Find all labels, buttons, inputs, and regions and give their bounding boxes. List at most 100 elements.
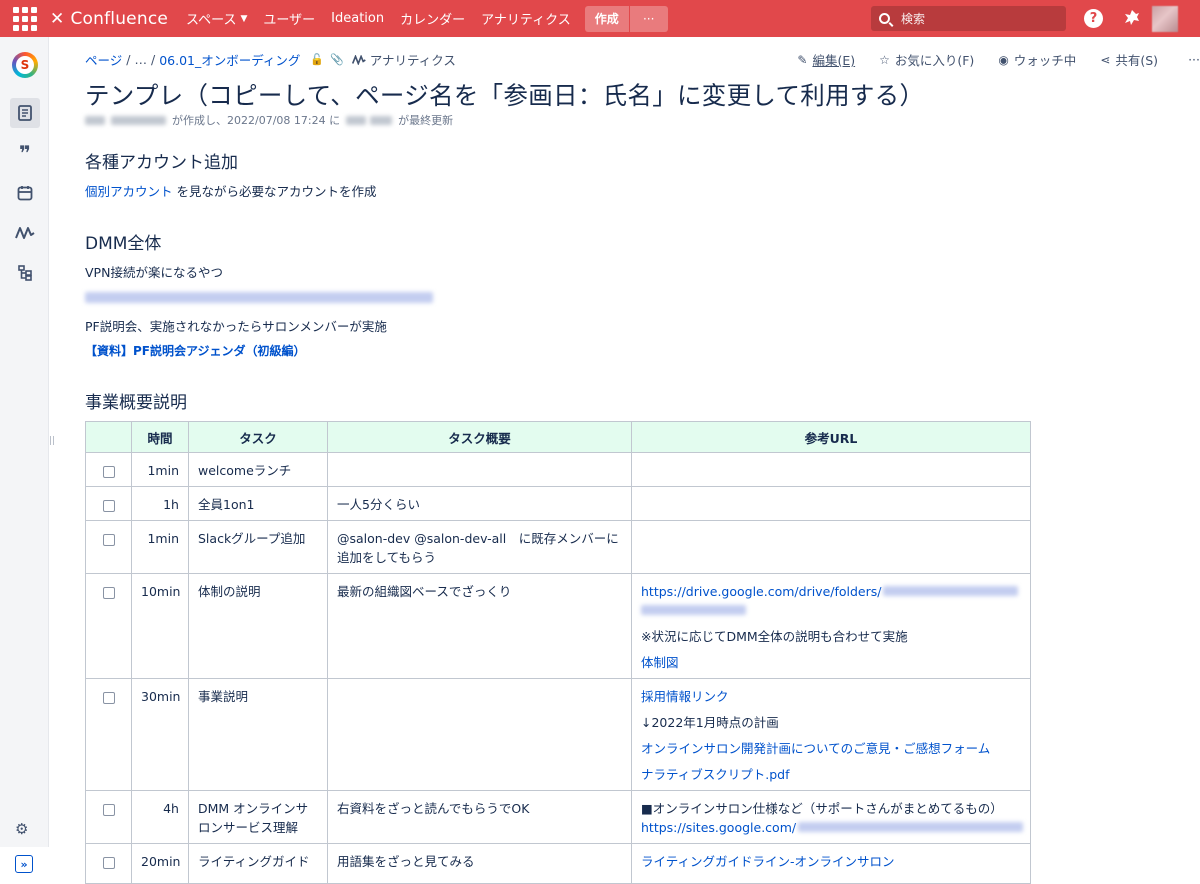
space-logo[interactable]: S (12, 52, 38, 78)
blog-quote-icon[interactable]: ❞ (10, 138, 40, 168)
pf-agenda-link[interactable]: 【資料】PF説明会アジェンダ（初級編） (85, 344, 306, 358)
url-line: https://drive.google.com/drive/folders/ (641, 582, 1021, 601)
calendar-icon[interactable] (10, 178, 40, 208)
task-checkbox[interactable] (102, 857, 115, 869)
task-cell: 全員1on1 (188, 486, 328, 521)
attachment-icon[interactable]: 📎 (330, 53, 344, 66)
url-line: ライティングガイドライン-オンラインサロン (641, 852, 1021, 871)
header-time: 時間 (131, 421, 189, 453)
edit-button[interactable]: ✎ 編集(E) (797, 50, 855, 69)
search-input[interactable] (899, 10, 1049, 27)
main-nav: スペース ▼ ユーザー Ideation カレンダー アナリティクス 作成 ··· (178, 0, 668, 37)
table-row: 1min Slackグループ追加 @salon-dev @salon-dev-a… (85, 520, 1031, 574)
create-more-button[interactable]: ··· (629, 5, 668, 32)
url-line: 採用情報リンク (641, 687, 1021, 706)
search-icon (879, 13, 890, 24)
url-cell: https://drive.google.com/drive/folders/ … (631, 573, 1031, 679)
share-icon: ⋖ (1100, 52, 1111, 67)
hierarchy-icon[interactable] (10, 258, 40, 288)
narrative-pdf-link[interactable]: ナラティブスクリプト.pdf (641, 767, 790, 782)
notifications-icon[interactable] (1122, 8, 1142, 28)
watch-button[interactable]: ◉ ウォッチ中 (998, 50, 1076, 69)
url-cell (631, 486, 1031, 521)
drive-folder-link[interactable]: https://drive.google.com/drive/folders/ (641, 584, 881, 599)
avatar[interactable] (1152, 6, 1178, 32)
task-table: 時間 タスク タスク概要 参考URL 1min welcomeランチ 1h 全員… (85, 421, 1031, 884)
help-icon[interactable]: ? (1084, 9, 1103, 28)
breadcrumb-ellipsis[interactable]: … (134, 52, 147, 67)
pf-agenda-link-line: 【資料】PF説明会アジェンダ（初級編） (85, 342, 306, 359)
creator-name[interactable] (111, 115, 166, 125)
row-checkbox-cell (85, 843, 132, 884)
task-checkbox[interactable] (102, 692, 115, 704)
breadcrumb-parent[interactable]: 06.01_オンボーディング (159, 50, 300, 69)
task-cell: ライティングガイド (188, 843, 328, 884)
chevron-down-icon: ▼ (240, 13, 248, 24)
page-analytics-link[interactable]: アナリティクス (351, 50, 456, 69)
nav-analytics[interactable]: アナリティクス (473, 0, 579, 37)
accounts-text: を見ながら必要なアカウントを作成 (172, 184, 377, 199)
pf-text: PF説明会、実施されなかったらサロンメンバーが実施 (85, 319, 387, 334)
nav-ideation[interactable]: Ideation (323, 0, 392, 37)
summary-cell: 用語集をざっと見てみる (327, 843, 632, 884)
byline-updated-text: が最終更新 (398, 114, 454, 127)
time-cell: 10min (131, 573, 189, 679)
search-box[interactable] (871, 6, 1066, 31)
unlock-icon[interactable]: 🔓 (310, 53, 324, 66)
url-line-wrap (641, 601, 1021, 620)
summary-cell (327, 678, 632, 791)
more-actions-button[interactable]: ··· (1188, 52, 1200, 67)
task-checkbox[interactable] (102, 500, 115, 512)
task-checkbox[interactable] (102, 804, 115, 816)
org-chart-link[interactable]: 体制図 (641, 655, 679, 670)
nav-calendar[interactable]: カレンダー (392, 0, 473, 37)
task-cell: welcomeランチ (188, 452, 328, 487)
table-row: 10min 体制の説明 最新の組織図ベースでざっくり https://drive… (85, 573, 1031, 679)
task-checkbox[interactable] (102, 466, 115, 478)
nav-people[interactable]: ユーザー (255, 0, 323, 37)
watch-label: ウォッチ中 (1013, 53, 1077, 68)
favorite-button[interactable]: ☆ お気に入り(F) (879, 50, 974, 69)
breadcrumb: ページ / … / 06.01_オンボーディング 🔓 📎 アナリティクス (85, 50, 456, 69)
expand-sidebar-icon[interactable]: » (15, 855, 33, 873)
pages-icon[interactable] (10, 98, 40, 128)
table-row: 30min 事業説明 採用情報リンク ↓2022年1月時点の計画 オンラインサロ… (85, 678, 1031, 791)
summary-cell: @salon-dev @salon-dev-all に既存メンバーに追加をしても… (327, 520, 632, 574)
sites-link[interactable]: https://sites.google.com/ (641, 820, 796, 835)
blurred-url-tail (641, 605, 746, 615)
task-checkbox[interactable] (102, 534, 115, 546)
summary-cell (327, 452, 632, 487)
space-logo-letter: S (16, 56, 34, 74)
task-checkbox[interactable] (102, 587, 115, 599)
nav-spaces[interactable]: スペース ▼ (178, 0, 255, 37)
page-analytics-label: アナリティクス (369, 53, 456, 68)
share-button[interactable]: ⋖ 共有(S) (1100, 50, 1158, 69)
nav-spaces-label: スペース (186, 13, 237, 28)
feedback-form-link[interactable]: オンラインサロン開発計画についてのご意見・ご感想フォーム (641, 741, 990, 756)
analytics-icon[interactable] (10, 218, 40, 248)
sidebar-resize-handle[interactable]: || (49, 436, 55, 446)
header-summary: タスク概要 (327, 421, 632, 453)
space-settings-gear-icon[interactable]: ⚙ (15, 820, 28, 838)
edit-label: 編集(E) (812, 53, 856, 68)
row-checkbox-cell (85, 520, 132, 574)
writing-guide-link[interactable]: ライティングガイドライン-オンラインサロン (641, 854, 895, 869)
confluence-logo[interactable]: ✕ Confluence (50, 9, 168, 29)
time-cell: 30min (131, 678, 189, 791)
vpn-link[interactable] (85, 288, 433, 307)
editor-name[interactable] (370, 115, 393, 125)
breadcrumb-root[interactable]: ページ (85, 50, 122, 69)
accounts-paragraph: 個別アカウント を見ながら必要なアカウントを作成 (85, 181, 377, 200)
table-row: 1min welcomeランチ (85, 452, 1031, 487)
header-task: タスク (188, 421, 328, 453)
individual-accounts-link[interactable]: 個別アカウント (85, 184, 173, 199)
top-navigation-bar: ✕ Confluence スペース ▼ ユーザー Ideation カレンダー ア… (0, 0, 1200, 37)
url-line: オンラインサロン開発計画についてのご意見・ご感想フォーム (641, 739, 1021, 758)
breadcrumb-separator: / (150, 52, 156, 67)
create-button[interactable]: 作成 (584, 5, 629, 32)
section-heading-dmm: DMM全体 (85, 234, 162, 254)
recruit-link[interactable]: 採用情報リンク (641, 689, 729, 704)
app-switcher-icon[interactable] (13, 6, 37, 31)
section-heading-business: 事業概要説明 (85, 393, 187, 413)
favorite-label: お気に入り(F) (894, 53, 975, 68)
